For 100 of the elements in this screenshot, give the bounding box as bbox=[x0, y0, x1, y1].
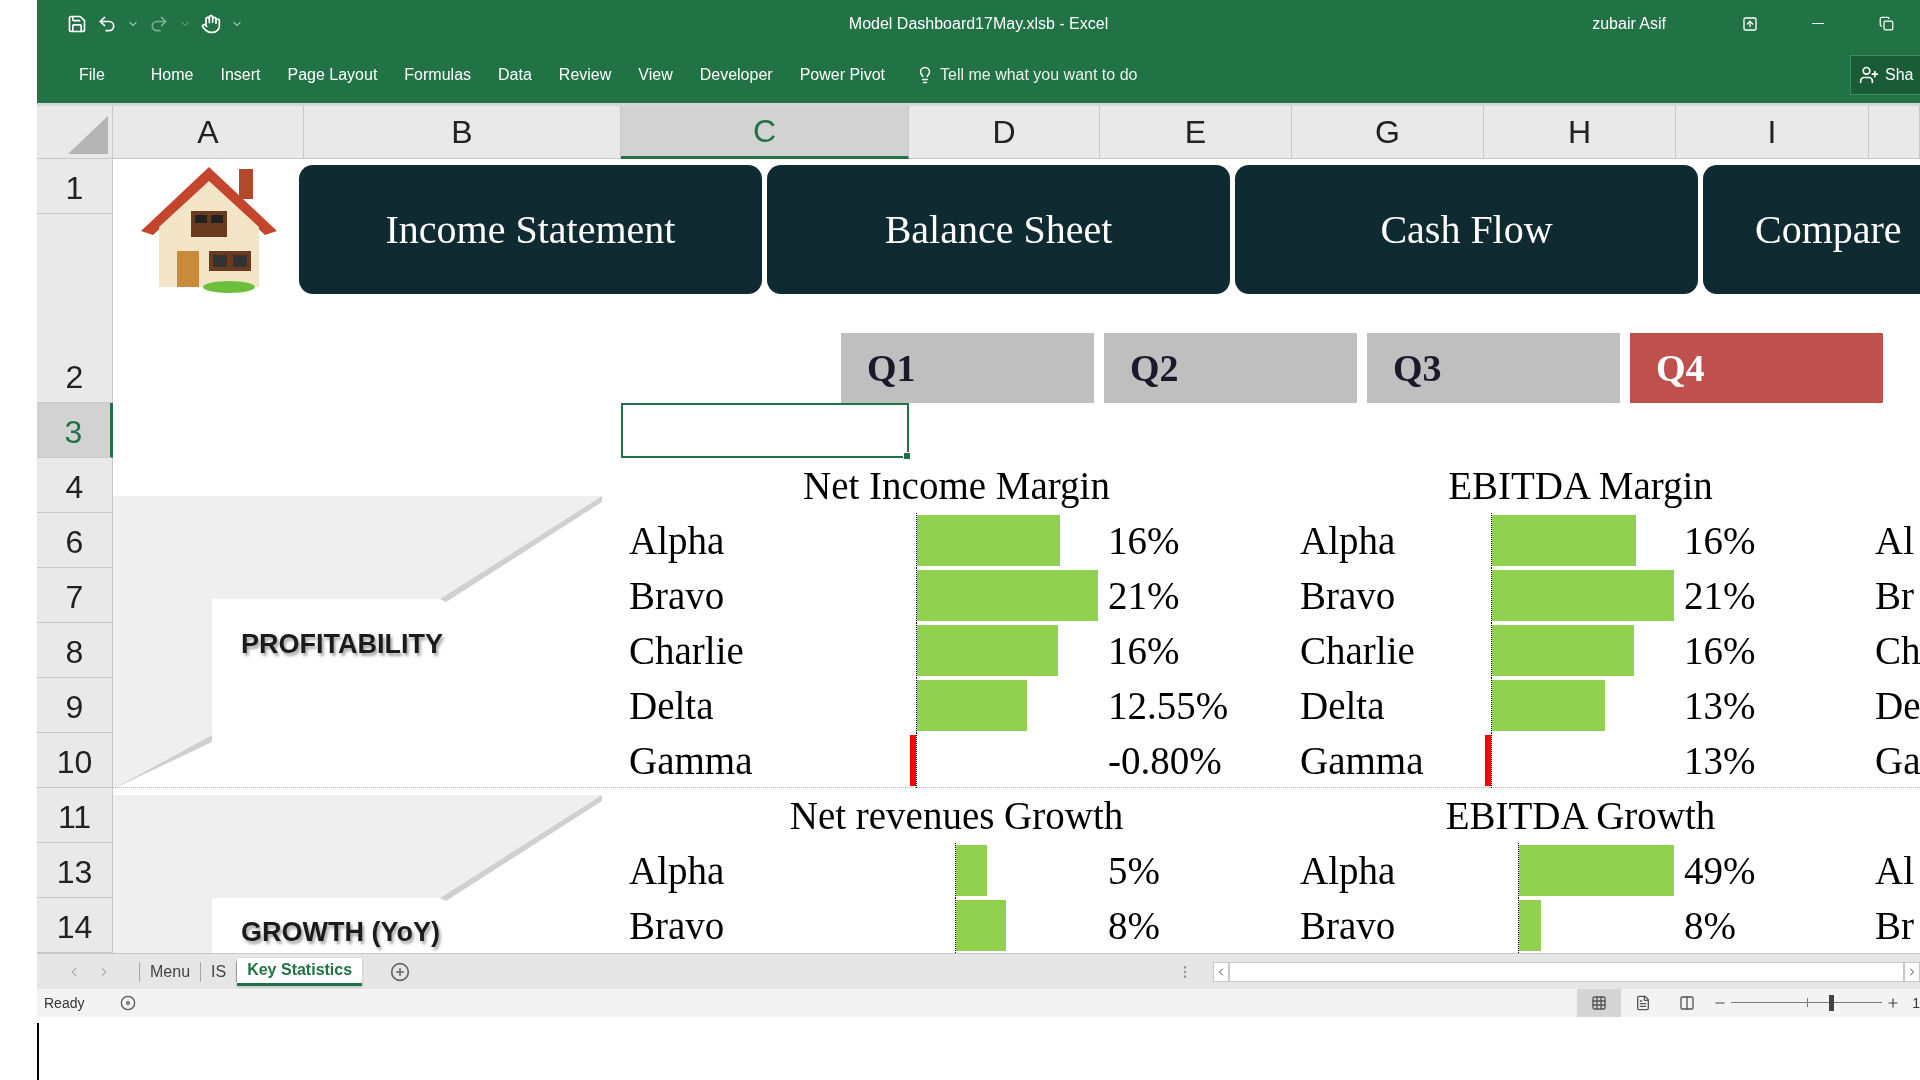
zoom-level: 1 bbox=[1912, 995, 1920, 1011]
triangle-icon bbox=[68, 116, 108, 154]
column-header[interactable]: D bbox=[909, 106, 1100, 159]
metric-title: Net Income Margin bbox=[802, 463, 1111, 510]
macro-record-icon[interactable] bbox=[120, 995, 137, 1011]
view-button[interactable] bbox=[1577, 989, 1622, 1017]
item-name: Charlie bbox=[628, 628, 745, 674]
row-header[interactable]: 9 bbox=[37, 678, 113, 733]
arrow-box-icon bbox=[1742, 15, 1758, 32]
quarter-button[interactable]: Q2 bbox=[1104, 333, 1357, 403]
nav-button[interactable]: Compare bbox=[1703, 165, 1920, 294]
item-name: Gamma bbox=[628, 738, 754, 784]
hand-icon[interactable] bbox=[201, 13, 221, 34]
item-name: Charlie bbox=[1299, 628, 1416, 674]
row-header[interactable]: 8 bbox=[37, 623, 113, 678]
normal-view-icon bbox=[1591, 995, 1608, 1011]
column-header[interactable]: H bbox=[1484, 106, 1676, 159]
row-header[interactable]: 7 bbox=[37, 568, 113, 623]
ribbon-tab[interactable]: Formulas bbox=[392, 60, 484, 90]
row-header[interactable]: 13 bbox=[37, 843, 113, 898]
item-value: 16% bbox=[1107, 628, 1181, 674]
nav-button[interactable]: Cash Flow bbox=[1235, 165, 1698, 294]
metric-title: Net revenues Growth bbox=[788, 793, 1125, 839]
item-name: Alpha bbox=[628, 518, 726, 565]
ribbon-tab[interactable]: Page Layout bbox=[275, 60, 390, 90]
quarter-button[interactable]: Q4 bbox=[1630, 333, 1883, 403]
item-name: Gamma bbox=[1299, 738, 1425, 784]
select-all-corner[interactable] bbox=[37, 106, 113, 159]
ribbon-tab[interactable]: File bbox=[67, 60, 117, 90]
item-name: Br bbox=[1874, 573, 1915, 619]
item-name: Alpha bbox=[628, 848, 726, 895]
scroll-left-button[interactable] bbox=[1213, 961, 1229, 982]
row-header[interactable]: 14 bbox=[37, 898, 113, 953]
sheet-tab[interactable]: IS bbox=[201, 957, 237, 986]
item-name: Delta bbox=[628, 683, 715, 729]
column-header[interactable]: G bbox=[1292, 106, 1484, 159]
ribbon-tab[interactable]: View bbox=[626, 60, 685, 90]
column-header[interactable] bbox=[1869, 106, 1920, 159]
share-button[interactable]: Sha bbox=[1850, 55, 1920, 95]
item-name: Al bbox=[1874, 848, 1915, 894]
row-header[interactable]: 6 bbox=[37, 513, 113, 568]
window-title: Model Dashboard17May.xlsb - Excel bbox=[847, 14, 1110, 33]
item-name: De bbox=[1874, 683, 1920, 729]
item-name: Bravo bbox=[628, 573, 726, 619]
user-name: zubair Asif bbox=[1592, 14, 1666, 33]
column-header[interactable]: A bbox=[113, 106, 304, 159]
item-value: 12.55% bbox=[1107, 683, 1230, 729]
quarter-button[interactable]: Q1 bbox=[841, 333, 1094, 403]
save-icon[interactable] bbox=[67, 13, 87, 34]
item-value: 16% bbox=[1107, 518, 1181, 564]
ribbon-tab[interactable]: Review bbox=[546, 60, 624, 90]
tell-me-field[interactable]: Tell me what you want to do bbox=[910, 61, 1179, 89]
ribbon-tab[interactable]: Developer bbox=[687, 60, 785, 90]
minimize-icon bbox=[1812, 23, 1824, 24]
section-label: PROFITABILITY bbox=[241, 628, 443, 660]
column-header[interactable]: B bbox=[304, 106, 621, 159]
redo-icon[interactable] bbox=[149, 13, 169, 34]
zoom-slider[interactable] bbox=[1731, 994, 1883, 1012]
section-label: GROWTH (YoY) bbox=[241, 916, 440, 948]
nav-button[interactable]: Balance Sheet bbox=[767, 165, 1230, 294]
metric-title: EBITDA Margin bbox=[1447, 463, 1714, 510]
item-value: -0.80% bbox=[1107, 738, 1223, 784]
horizontal-scrollbar[interactable] bbox=[1229, 961, 1904, 982]
item-value: 21% bbox=[1107, 573, 1181, 619]
item-value: 49% bbox=[1683, 848, 1757, 894]
row-header[interactable]: 2 bbox=[37, 214, 113, 403]
item-name: Bravo bbox=[1299, 573, 1397, 619]
sheet-tab[interactable]: Menu bbox=[140, 957, 201, 986]
item-name: Bravo bbox=[628, 903, 726, 949]
item-name: Alpha bbox=[1299, 848, 1397, 895]
ribbon-tab[interactable]: Power Pivot bbox=[787, 60, 897, 90]
item-name: Ch bbox=[1874, 628, 1920, 674]
row-header[interactable]: 3 bbox=[37, 403, 113, 458]
plus-icon bbox=[1886, 996, 1901, 1010]
sheet-tab[interactable]: Key Statistics bbox=[237, 957, 363, 986]
ribbon-tab[interactable]: Data bbox=[486, 60, 544, 90]
column-header[interactable]: I bbox=[1676, 106, 1869, 159]
item-value: 13% bbox=[1683, 683, 1757, 729]
item-name: Alpha bbox=[1299, 518, 1397, 565]
quarter-button[interactable]: Q3 bbox=[1367, 333, 1620, 403]
scroll-right-button[interactable] bbox=[1904, 961, 1920, 982]
nav-button[interactable]: Income Statement bbox=[299, 165, 762, 294]
item-name: Bravo bbox=[1299, 903, 1397, 949]
selected-cell[interactable] bbox=[621, 403, 909, 458]
item-value: 16% bbox=[1683, 628, 1757, 674]
row-header[interactable]: 11 bbox=[37, 788, 113, 843]
column-header[interactable]: E bbox=[1100, 106, 1292, 159]
zoom-thumb[interactable] bbox=[1828, 995, 1834, 1011]
ribbon-tab[interactable]: Home bbox=[138, 60, 206, 90]
undo-icon[interactable] bbox=[97, 13, 117, 34]
item-value: 16% bbox=[1683, 518, 1757, 564]
page-layout-icon bbox=[1635, 995, 1652, 1011]
column-header[interactable]: C bbox=[621, 106, 909, 159]
ribbon-tab[interactable]: Insert bbox=[208, 60, 273, 90]
item-name: Al bbox=[1874, 518, 1915, 564]
add-sheet-button[interactable] bbox=[390, 961, 411, 982]
row-header[interactable]: 1 bbox=[37, 159, 113, 214]
row-header[interactable]: 4 bbox=[37, 458, 113, 513]
row-header[interactable]: 10 bbox=[37, 733, 113, 788]
item-value: 8% bbox=[1683, 903, 1737, 949]
